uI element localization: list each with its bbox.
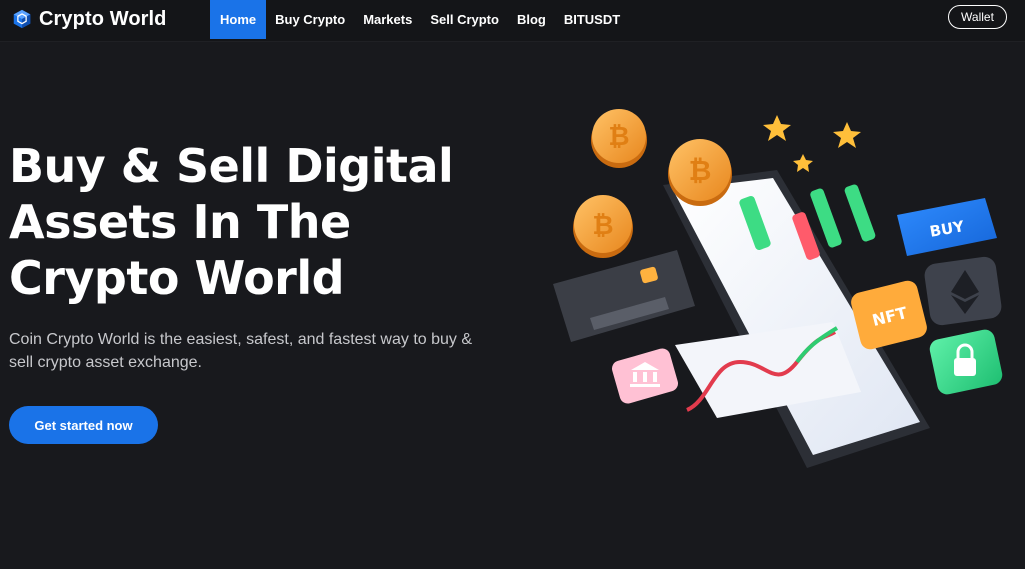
hero-title-line: Crypto World bbox=[9, 251, 345, 305]
credit-card-icon bbox=[553, 250, 695, 342]
coin-symbol: ₿ bbox=[689, 154, 712, 187]
nav-item-markets[interactable]: Markets bbox=[354, 0, 421, 39]
hero-subtitle: Coin Crypto World is the easiest, safest… bbox=[9, 331, 473, 371]
hero-title: Buy & Sell Digital Assets In The Crypto … bbox=[9, 138, 479, 306]
wallet-button[interactable]: Wallet bbox=[948, 5, 1007, 29]
nav-item-bitusdt[interactable]: BITUSDT bbox=[555, 0, 629, 39]
top-navbar: Crypto World Home Buy Crypto Markets Sel… bbox=[0, 0, 1025, 42]
hero-title-line: Assets In The bbox=[9, 195, 351, 249]
main-nav: Home Buy Crypto Markets Sell Crypto Blog… bbox=[210, 0, 629, 39]
nav-item-blog[interactable]: Blog bbox=[508, 0, 555, 39]
cube-logo-icon bbox=[13, 9, 31, 29]
nft-tile: NFT bbox=[851, 280, 927, 350]
bank-icon bbox=[611, 348, 679, 404]
brand-name: Crypto World bbox=[39, 7, 167, 30]
crypto-illustration: ₿ ₿ ₿ BUY NFT bbox=[553, 109, 1003, 468]
star-icon bbox=[763, 115, 861, 172]
bitcoin-coin-icon: ₿ bbox=[573, 195, 633, 258]
hero-title-line: Buy & Sell Digital bbox=[9, 139, 454, 193]
nav-item-home[interactable]: Home bbox=[210, 0, 267, 39]
buy-tile: BUY bbox=[897, 198, 997, 256]
bitcoin-coin-icon: ₿ bbox=[591, 109, 647, 168]
bitcoin-coin-icon: ₿ bbox=[668, 139, 732, 206]
coin-symbol: ₿ bbox=[592, 211, 613, 241]
nav-item-buy-crypto[interactable]: Buy Crypto bbox=[266, 0, 354, 39]
brand-link[interactable]: Crypto World bbox=[11, 6, 167, 32]
coin-symbol: ₿ bbox=[608, 122, 629, 152]
ethereum-icon bbox=[924, 256, 1002, 326]
get-started-button[interactable]: Get started now bbox=[9, 406, 158, 444]
lock-icon bbox=[929, 329, 1003, 395]
nav-item-sell-crypto[interactable]: Sell Crypto bbox=[421, 0, 508, 39]
